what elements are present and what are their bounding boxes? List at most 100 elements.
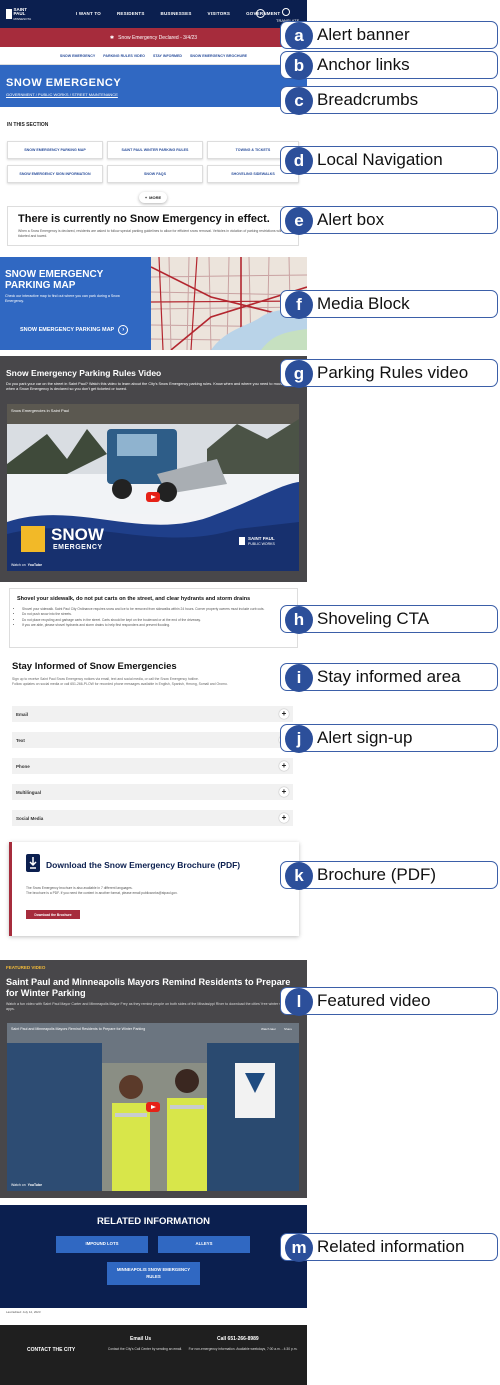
related-link-alleys[interactable]: ALLEYS xyxy=(158,1236,250,1253)
brochure-card: Download the Snow Emergency Brochure (PD… xyxy=(9,842,299,936)
snowflake-icon: ✱ xyxy=(109,34,115,41)
anchor-link[interactable]: SNOW EMERGENCY BROCHURE xyxy=(190,54,247,58)
shoveling-list: Shovel your sidewalk. Saint Paul City Or… xyxy=(22,607,292,628)
annotation-badge: b xyxy=(285,52,313,80)
watch-on-label: Watch on xyxy=(11,1183,26,1187)
annotation-stay-informed: i Stay informed area xyxy=(280,663,498,692)
accordion-social-media[interactable]: Social Media + xyxy=(12,810,293,826)
nav-visitors[interactable]: VISITORS xyxy=(208,11,231,16)
accordion-email[interactable]: Email + xyxy=(12,706,293,722)
youtube-label: YouTube xyxy=(27,1183,43,1187)
annotation-label: Local Navigation xyxy=(317,150,443,169)
media-block-title: SNOW EMERGENCY PARKING MAP xyxy=(5,269,104,291)
section-label: IN THIS SECTION xyxy=(7,122,49,128)
local-nav-item[interactable]: SNOW EMERGENCY SIGN INFORMATION xyxy=(7,165,103,183)
plus-icon: + xyxy=(144,195,148,200)
shoveling-bullet: If you are able, please shovel hydrants … xyxy=(22,623,292,628)
annotation-label: Stay informed area xyxy=(317,667,461,686)
media-block-text-panel: SNOW EMERGENCY PARKING MAP Check our int… xyxy=(0,257,151,350)
plus-icon[interactable]: + xyxy=(279,709,289,719)
local-nav-item[interactable]: SNOW FAQS xyxy=(107,165,203,183)
related-link-impound-lots[interactable]: IMPOUND LOTS xyxy=(56,1236,148,1253)
annotation-label: Alert sign-up xyxy=(317,728,413,747)
youtube-play-icon[interactable] xyxy=(146,492,160,502)
more-button[interactable]: + MORE xyxy=(139,192,167,203)
shoveling-title: Shovel your sidewalk, do not put carts o… xyxy=(17,596,251,602)
accordion-label: Text xyxy=(16,737,25,743)
alert-box-title: There is currently no Snow Emergency in … xyxy=(18,213,270,225)
webpage-screenshot: SAINT PAUL MINNESOTA I WANT TO RESIDENTS… xyxy=(0,0,307,1385)
annotation-badge: c xyxy=(285,87,313,115)
nav-residents[interactable]: RESIDENTS xyxy=(117,11,145,16)
video-title-overlay: Snow Emergencies in Saint Paul xyxy=(11,408,70,413)
annotation-badge: k xyxy=(285,862,313,890)
nav-businesses[interactable]: BUSINESSES xyxy=(161,11,192,16)
saint-paul-logo[interactable]: SAINT PAUL MINNESOTA xyxy=(6,7,38,21)
parking-video-player[interactable]: Snow Emergencies in Saint Paul SNOW EMER… xyxy=(7,404,299,571)
stay-informed-text: Sign up to receive Saint Paul Snow Emerg… xyxy=(12,677,292,688)
featured-video-player[interactable]: Saint Paul and Minneapolis Mayors Remind… xyxy=(7,1023,299,1191)
annotation-label: Related information xyxy=(317,1237,465,1256)
brand-line2: PUBLIC WORKS xyxy=(248,542,275,546)
anchor-link[interactable]: STAY INFORMED xyxy=(153,54,182,58)
search-icon[interactable] xyxy=(256,9,265,18)
youtube-play-icon[interactable] xyxy=(146,1102,160,1112)
stay-informed-title: Stay Informed of Snow Emergencies xyxy=(12,661,177,672)
annotation-badge: e xyxy=(285,207,313,235)
watch-on-youtube[interactable]: Watch on YouTube xyxy=(11,563,42,567)
globe-icon[interactable] xyxy=(282,8,290,16)
contact-heading: CONTACT THE CITY xyxy=(27,1347,76,1353)
annotation-label: Anchor links xyxy=(317,55,410,74)
nav-i-want-to[interactable]: I WANT TO xyxy=(76,11,101,16)
accordion-text[interactable]: Text + xyxy=(12,732,293,748)
alert-banner[interactable]: ✱ Snow Emergency Declared - 3/4/23 xyxy=(0,28,307,47)
page-title: SNOW EMERGENCY xyxy=(6,77,122,89)
download-brochure-button[interactable]: Download the Brochure xyxy=(26,910,80,919)
annotation-featured-video: l Featured video xyxy=(280,987,498,1016)
accordion-phone[interactable]: Phone + xyxy=(12,758,293,774)
annotation-badge: j xyxy=(285,725,313,753)
accordion-label: Phone xyxy=(16,763,30,769)
annotation-local-navigation: d Local Navigation xyxy=(280,146,498,175)
overlay-emergency: EMERGENCY xyxy=(53,544,103,551)
plus-icon[interactable]: + xyxy=(279,813,289,823)
brochure-line-1: The Snow Emergency brochure is also avai… xyxy=(26,886,133,890)
featured-video-title: Saint Paul and Minneapolis Mayors Remind… xyxy=(6,977,291,999)
annotation-label: Breadcrumbs xyxy=(317,90,419,109)
annotation-badge: h xyxy=(285,606,313,634)
call-heading[interactable]: Call 651-266-8989 xyxy=(217,1336,259,1342)
media-block-text: Check our interactive map to find out wh… xyxy=(5,294,120,303)
featured-video-label: FEATURED VIDEO xyxy=(6,965,46,970)
share-button[interactable]: Share xyxy=(284,1027,292,1031)
alert-box: There is currently no Snow Emergency in … xyxy=(7,206,299,246)
featured-video-title-overlay: Saint Paul and Minneapolis Mayors Remind… xyxy=(11,1027,146,1031)
annotation-label: Media Block xyxy=(317,294,410,313)
parking-map-link[interactable]: SNOW EMERGENCY PARKING MAP › xyxy=(20,325,129,335)
plus-icon[interactable]: + xyxy=(279,787,289,797)
annotation-anchor-links: b Anchor links xyxy=(280,51,498,80)
anchor-link[interactable]: PARKING RULES VIDEO xyxy=(103,54,145,58)
watch-later-button[interactable]: Watch later xyxy=(261,1027,276,1031)
annotation-label: Parking Rules video xyxy=(317,363,469,382)
more-label: MORE xyxy=(149,195,162,200)
anchor-link[interactable]: SNOW EMERGENCY xyxy=(60,54,95,58)
local-nav-item[interactable]: SNOW EMERGENCY PARKING MAP xyxy=(7,141,103,159)
annotation-badge: f xyxy=(285,291,313,319)
annotation-badge: m xyxy=(285,1234,313,1262)
accordion-label: Email xyxy=(16,711,29,717)
breadcrumb[interactable]: GOVERNMENT / PUBLIC WORKS / STREET MAINT… xyxy=(6,92,118,97)
email-text[interactable]: Contact the City's Call Center by sendin… xyxy=(104,1347,186,1352)
annotation-badge: g xyxy=(285,360,313,388)
plus-icon[interactable]: + xyxy=(279,761,289,771)
local-navigation: SNOW EMERGENCY PARKING MAP SAINT PAUL WI… xyxy=(7,141,299,183)
annotation-label: Shoveling CTA xyxy=(317,609,430,628)
brochure-title[interactable]: Download the Snow Emergency Brochure (PD… xyxy=(46,860,240,870)
featured-video-section: FEATURED VIDEO Saint Paul and Minneapoli… xyxy=(0,960,307,1198)
accordion-multilingual[interactable]: Multilingual + xyxy=(12,784,293,800)
local-nav-item[interactable]: SAINT PAUL WINTER PARKING RULES xyxy=(107,141,203,159)
annotation-badge: d xyxy=(285,147,313,175)
related-link-minneapolis[interactable]: MINNEAPOLIS SNOW EMERGENCY RULES xyxy=(107,1262,200,1285)
watch-on-youtube[interactable]: Watch on YouTube xyxy=(11,1183,42,1187)
parking-map-link-label: SNOW EMERGENCY PARKING MAP xyxy=(20,327,115,333)
annotation-parking-rules-video: g Parking Rules video xyxy=(280,359,498,388)
